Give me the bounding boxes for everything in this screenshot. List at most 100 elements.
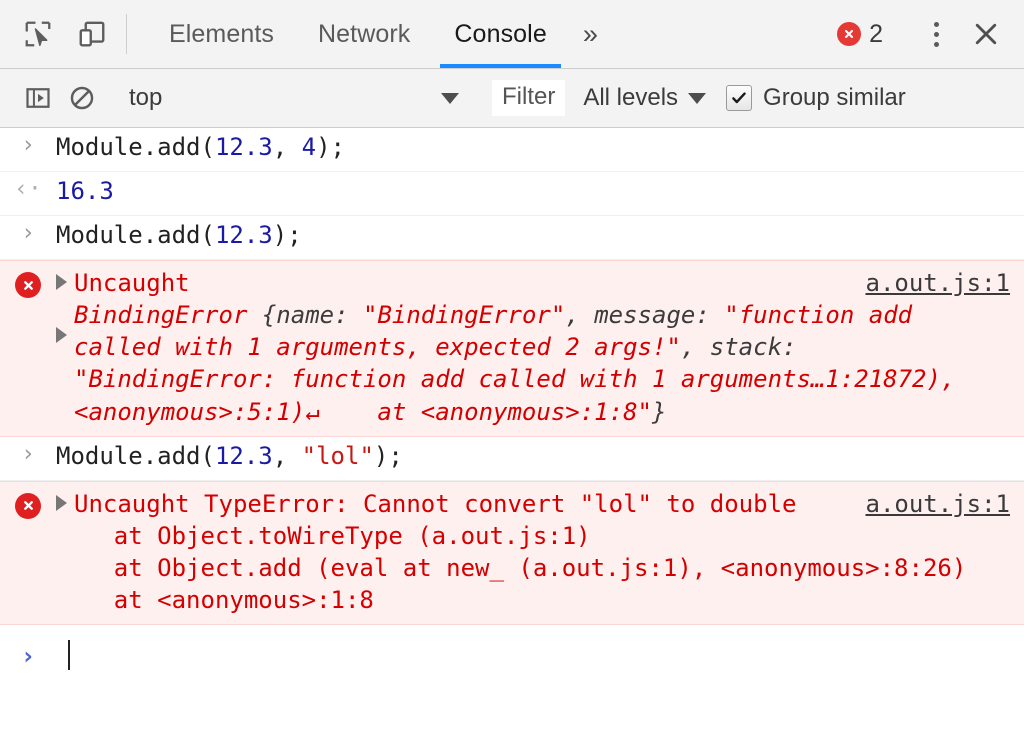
error-count-label: 2	[869, 20, 883, 49]
expand-triangle-icon[interactable]	[56, 274, 67, 290]
kebab-dot	[934, 22, 939, 27]
console-error-row[interactable]: Uncaught a.out.js:1 BindingError {name: …	[0, 260, 1024, 437]
error-source-link[interactable]: a.out.js:1	[866, 267, 1011, 299]
console-input-code: Module.add(12.3);	[56, 220, 312, 252]
kebab-menu-icon[interactable]	[914, 12, 958, 56]
code-token-number: 12.3	[215, 221, 273, 249]
execution-context-label: top	[129, 84, 162, 112]
kebab-dot	[934, 42, 939, 47]
tab-elements-label: Elements	[169, 20, 274, 49]
panel-tabs: Elements Network Console »	[147, 0, 612, 68]
console-sidebar-icon[interactable]	[16, 76, 60, 120]
tabbar-divider	[126, 14, 127, 54]
console-result-value: 16.3	[56, 176, 114, 208]
chevron-right-icon: ›	[21, 644, 35, 668]
devtools-tabbar: Elements Network Console » 2	[0, 0, 1024, 69]
group-similar-label: Group similar	[763, 84, 906, 112]
chevron-down-icon	[688, 93, 706, 104]
error-body: Uncaught TypeError: Cannot convert "lol"…	[56, 488, 1024, 617]
input-chevron-icon: ›	[0, 220, 56, 245]
code-token: );	[273, 221, 302, 249]
preview-token: {name:	[262, 301, 363, 329]
error-icon-cell	[0, 267, 56, 298]
text-cursor	[68, 640, 70, 670]
error-object-text: BindingError {name: "BindingError", mess…	[74, 299, 1010, 428]
result-chevron-icon: ‹·	[0, 176, 56, 201]
error-headline[interactable]: Uncaught	[56, 267, 190, 299]
checkbox-checked-icon	[726, 85, 752, 111]
tab-network-label: Network	[318, 20, 410, 49]
console-message-list[interactable]: › Module.add(12.3, 4); ‹· 16.3 › Module.…	[0, 128, 1024, 730]
error-headline-text: Uncaught	[74, 269, 190, 297]
tabbar-right-controls: 2	[827, 0, 1024, 68]
log-levels-label: All levels	[583, 84, 678, 112]
prompt-chevron-icon: ›	[0, 642, 56, 668]
error-icon-cell	[0, 488, 56, 519]
preview-token: "BindingError: function add called with …	[74, 365, 970, 425]
console-input-row[interactable]: › Module.add(12.3, "lol");	[0, 437, 1024, 481]
stack-frame[interactable]: at Object.toWireType (a.out.js:1)	[56, 520, 1010, 552]
tab-network[interactable]: Network	[296, 0, 432, 68]
console-input-row[interactable]: › Module.add(12.3, 4);	[0, 128, 1024, 172]
group-similar-toggle[interactable]: Group similar	[726, 84, 906, 112]
tab-console[interactable]: Console	[432, 0, 568, 68]
console-prompt-row[interactable]: ›	[0, 625, 1024, 685]
chevron-right-icon: ›	[21, 222, 35, 245]
inspect-element-icon[interactable]	[16, 12, 60, 56]
execution-context-select[interactable]: top	[129, 84, 467, 112]
chevron-down-icon	[441, 93, 459, 104]
code-token-number: 12.3	[215, 442, 273, 470]
preview-token: BindingError	[74, 301, 262, 329]
error-circle-icon	[837, 22, 861, 46]
code-token: Module.add(	[56, 221, 215, 249]
kebab-dot	[934, 32, 939, 37]
code-token: ,	[273, 442, 302, 470]
error-body: Uncaught a.out.js:1 BindingError {name: …	[56, 267, 1024, 428]
console-input-code: Module.add(12.3, 4);	[56, 132, 355, 164]
code-token: Module.add(	[56, 442, 215, 470]
stack-frame[interactable]: at Object.add (eval at new_ (a.out.js:1)…	[56, 552, 1010, 584]
chevron-left-icon: ‹·	[14, 178, 42, 201]
code-token: Module.add(	[56, 133, 215, 161]
log-levels-select[interactable]: All levels	[583, 84, 706, 112]
input-chevron-icon: ›	[0, 441, 56, 466]
input-chevron-icon: ›	[0, 132, 56, 157]
console-result-row: ‹· 16.3	[0, 172, 1024, 216]
chevron-right-icon: ›	[21, 134, 35, 157]
preview-token: , stack:	[681, 333, 811, 361]
code-token: ,	[273, 133, 302, 161]
code-token: );	[374, 442, 403, 470]
devtools-window: Elements Network Console » 2	[0, 0, 1024, 730]
clear-console-icon[interactable]	[60, 76, 104, 120]
close-icon[interactable]	[962, 10, 1010, 58]
device-toolbar-icon[interactable]	[70, 12, 114, 56]
code-token: );	[316, 133, 345, 161]
preview-token: }	[652, 398, 666, 426]
stack-frame[interactable]: at <anonymous>:1:8	[56, 584, 1010, 616]
console-input-code: Module.add(12.3, "lol");	[56, 441, 413, 473]
error-count-badge[interactable]: 2	[827, 20, 893, 49]
chevron-right-icon: ›	[21, 443, 35, 466]
preview-token: , message:	[565, 301, 724, 329]
expand-triangle-icon[interactable]	[56, 327, 67, 343]
more-tabs-icon[interactable]: »	[569, 0, 612, 68]
tab-elements[interactable]: Elements	[147, 0, 296, 68]
filter-input[interactable]: Filter	[492, 80, 565, 116]
error-headline[interactable]: Uncaught TypeError: Cannot convert "lol"…	[56, 488, 796, 520]
console-error-row[interactable]: Uncaught TypeError: Cannot convert "lol"…	[0, 481, 1024, 626]
expand-triangle-icon[interactable]	[56, 495, 67, 511]
error-object-preview: BindingError {name: "BindingError", mess…	[56, 299, 1010, 428]
error-circle-icon	[15, 272, 41, 298]
error-source-link[interactable]: a.out.js:1	[866, 488, 1011, 520]
tabbar-tool-icons	[0, 0, 114, 68]
code-token-number: 12.3	[215, 133, 273, 161]
console-toolbar: top Filter All levels Group similar	[0, 69, 1024, 128]
error-circle-icon	[15, 493, 41, 519]
console-input-row[interactable]: › Module.add(12.3);	[0, 216, 1024, 260]
tab-console-label: Console	[454, 20, 546, 49]
code-token-number: 4	[302, 133, 316, 161]
error-headline-row: Uncaught TypeError: Cannot convert "lol"…	[56, 488, 1010, 520]
error-headline-row: Uncaught a.out.js:1	[56, 267, 1010, 299]
error-headline-text: Uncaught TypeError: Cannot convert "lol"…	[74, 490, 796, 518]
preview-token: "BindingError"	[363, 301, 565, 329]
